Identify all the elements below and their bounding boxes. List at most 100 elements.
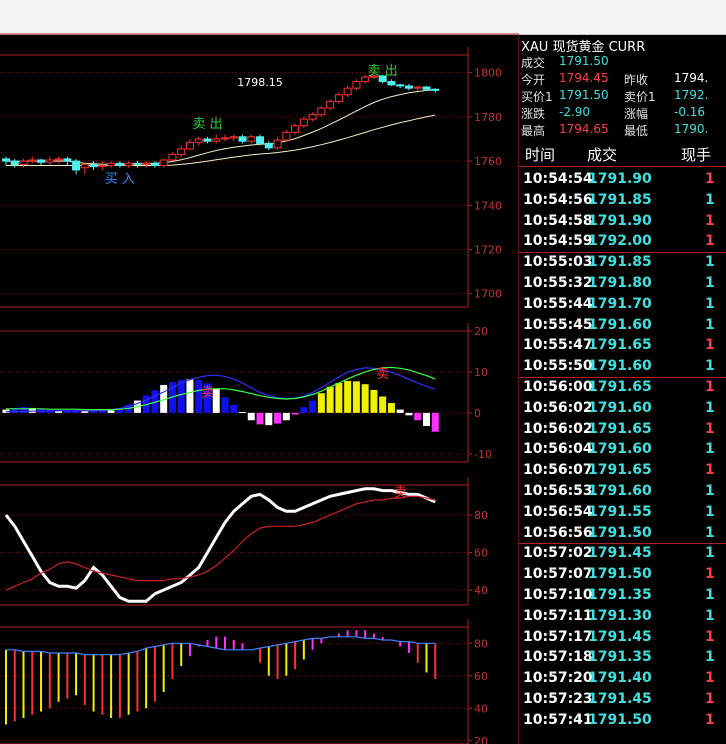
ticks-header: 时间 成交 现手 bbox=[519, 144, 726, 166]
y-tick-label: 0 bbox=[474, 407, 481, 420]
quote-row: 成交 1791.50 bbox=[519, 54, 726, 71]
tick-time: 10:56:54 bbox=[523, 503, 593, 520]
y-tick-label: 40 bbox=[474, 702, 488, 715]
candle-body bbox=[203, 138, 212, 142]
hist-bar bbox=[300, 407, 308, 413]
hist-bar bbox=[221, 397, 229, 413]
tick-price: 1791.85 bbox=[588, 191, 652, 208]
tick-time: 10:55:50 bbox=[523, 358, 593, 375]
tick-volume: 1 bbox=[705, 462, 715, 479]
hist-bar bbox=[282, 412, 290, 421]
candle-body bbox=[54, 158, 63, 161]
hist-bar bbox=[274, 412, 282, 424]
candle-body bbox=[124, 162, 133, 167]
candle-body bbox=[317, 107, 326, 116]
candle-body bbox=[89, 163, 98, 168]
tick-time: 10:56:07 bbox=[523, 462, 593, 479]
candle-body bbox=[264, 142, 273, 149]
tick-price: 1791.85 bbox=[588, 254, 652, 271]
tick-price: 1791.65 bbox=[588, 379, 652, 395]
quote-value: 1791.50 bbox=[559, 88, 609, 102]
tick-price: 1791.60 bbox=[588, 316, 652, 333]
tick-row: 10:55:44 1791.70 1 bbox=[519, 296, 726, 316]
candle-body bbox=[28, 159, 37, 162]
tick-time: 10:55:03 bbox=[523, 254, 593, 271]
candle-body bbox=[185, 141, 194, 150]
candle-body bbox=[238, 136, 247, 142]
tick-time: 10:57:07 bbox=[523, 566, 593, 583]
tick-price: 1791.45 bbox=[588, 545, 652, 562]
tick-row: 10:54:59 1792.00 1 bbox=[519, 233, 726, 253]
hist-bar bbox=[352, 381, 360, 413]
tick-price: 1791.70 bbox=[588, 295, 652, 312]
signal-label: 1798.15 bbox=[237, 76, 283, 89]
hist-bar bbox=[230, 404, 238, 413]
tick-volume: 1 bbox=[705, 587, 715, 603]
candle-body bbox=[159, 159, 168, 167]
y-tick-label: 20 bbox=[474, 325, 488, 338]
candle-body bbox=[343, 87, 352, 96]
tick-row: 10:57:23 1791.45 1 bbox=[519, 691, 726, 711]
tick-row: 10:56:02 1791.60 1 bbox=[519, 400, 726, 420]
quote-value: 1794.65 bbox=[559, 122, 609, 136]
hist-bar bbox=[326, 386, 334, 413]
hist-bar bbox=[344, 380, 352, 413]
tick-row: 10:56:53 1791.60 1 bbox=[519, 483, 726, 503]
hist-bar bbox=[256, 412, 264, 425]
tick-row: 10:57:02 1791.45 1 bbox=[519, 545, 726, 565]
candle-body bbox=[150, 162, 159, 167]
quote-row: 今开 1794.45 昨收 1794. bbox=[519, 71, 726, 88]
tick-time: 10:57:17 bbox=[523, 628, 593, 645]
tick-volume: 1 bbox=[705, 691, 715, 707]
tick-time: 10:57:18 bbox=[523, 649, 593, 666]
candle-body bbox=[256, 136, 265, 144]
candle-body bbox=[413, 86, 422, 89]
tick-price: 1791.65 bbox=[588, 337, 652, 354]
tick-time: 10:54:58 bbox=[523, 212, 593, 229]
tick-time: 10:57:11 bbox=[523, 607, 593, 624]
hist-bar bbox=[405, 412, 413, 416]
hist-bar bbox=[396, 409, 404, 413]
hist-bar bbox=[379, 396, 387, 413]
tick-row: 10:56:54 1791.55 1 bbox=[519, 504, 726, 524]
y-tick-label: 20 bbox=[474, 735, 488, 744]
tick-time: 10:56:00 bbox=[523, 379, 593, 395]
hist-bar bbox=[247, 412, 255, 421]
candle-body bbox=[133, 162, 142, 165]
hist-bar bbox=[335, 382, 343, 413]
tick-row: 10:56:56 1791.50 1 bbox=[519, 525, 726, 545]
hist-bar bbox=[414, 412, 422, 421]
hist-bar bbox=[265, 412, 273, 426]
quote-row: 最高 1794.65 最低 1790. bbox=[519, 122, 726, 139]
hist-bar bbox=[309, 400, 317, 413]
y-tick-label: 1760 bbox=[474, 155, 502, 168]
tick-time: 10:57:23 bbox=[523, 691, 593, 707]
tick-row: 10:57:41 1791.50 1 bbox=[519, 712, 726, 732]
candle-body bbox=[334, 94, 343, 102]
quote-row: 涨跌 -2.90 涨幅 -0.16 bbox=[519, 105, 726, 122]
quote-value: 1792. bbox=[674, 88, 709, 102]
tick-volume: 1 bbox=[705, 670, 715, 687]
tick-time: 10:57:02 bbox=[523, 545, 593, 562]
tick-price: 1791.60 bbox=[588, 399, 652, 416]
tick-row: 10:57:07 1791.50 1 bbox=[519, 566, 726, 586]
tick-row: 10:56:07 1791.65 1 bbox=[519, 462, 726, 482]
y-tick-label: 60 bbox=[474, 670, 488, 683]
panel-osc: 80 60 40 20 bbox=[0, 619, 488, 744]
candle-body bbox=[177, 148, 186, 155]
hist-bar bbox=[361, 384, 369, 413]
y-tick-label: 80 bbox=[474, 637, 488, 650]
panel-kdj: 80 60 40 卖 bbox=[0, 477, 488, 606]
candle-body bbox=[194, 138, 203, 143]
tick-row: 10:57:17 1791.45 1 bbox=[519, 629, 726, 649]
chart-area[interactable]: 180017801760174017201700买 入卖 出卖 出1798.15… bbox=[0, 0, 519, 744]
y-tick-label: 1740 bbox=[474, 199, 502, 212]
hist-bar bbox=[177, 380, 185, 413]
tick-time: 10:56:53 bbox=[523, 483, 593, 499]
tick-row: 10:56:02 1791.65 1 bbox=[519, 421, 726, 441]
hist-bar bbox=[107, 410, 115, 413]
ticks-header-price: 成交 bbox=[587, 146, 618, 164]
quote-label: 昨收 bbox=[624, 73, 649, 87]
tick-row: 10:57:10 1791.35 1 bbox=[519, 587, 726, 607]
tick-price: 1791.90 bbox=[588, 171, 652, 187]
